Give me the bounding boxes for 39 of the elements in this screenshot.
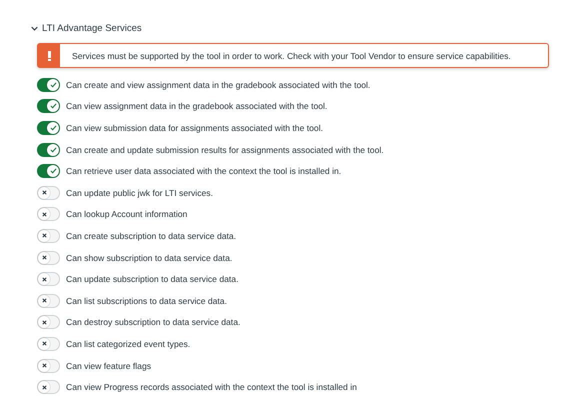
warning-icon [48,50,50,60]
x-icon [42,384,46,390]
service-label: Can list categorized event types. [66,338,190,349]
service-label: Can update subscription to data service data. [66,274,238,284]
section-toggle[interactable]: LTI Advantage Services [31,20,142,36]
x-icon [42,190,46,196]
service-label: Can lookup Account information [66,209,188,220]
x-icon [42,341,46,346]
x-icon [42,255,46,260]
service-label: Can create subscription to data service data. [66,230,236,241]
toggle-switch[interactable] [37,142,60,157]
service-label: Can view Progress records associated with the context the tool is installed in [66,382,357,392]
check-icon [50,82,56,88]
x-icon [42,276,46,282]
alert-message: Services must be supported by the tool in order to work. Check with your Tool Vendor to ensure service capabilities. [71,50,511,60]
check-icon [50,103,56,110]
service-label: Can destroy subscription to data service data. [66,317,240,328]
x-icon [42,298,46,304]
x-icon [42,363,46,368]
service-label: Can show subscription to data service data. [66,252,232,263]
x-icon [42,212,46,217]
x-icon [42,233,46,238]
toggle-switch[interactable] [37,164,60,178]
check-icon [50,146,56,153]
service-label: Can create and view assignment data in the gradebook associated with the tool. [66,80,370,90]
service-label: Can view feature flags [66,360,152,371]
check-icon [50,124,56,131]
toggle-switch[interactable] [37,99,60,114]
service-label: Can view submission data for assignments associated with the tool. [66,122,323,133]
toggle-switch[interactable] [37,78,60,92]
service-label: Can view assignment data in the gradebook associated with the tool. [66,101,328,112]
chevron-down-icon [31,24,38,32]
service-label: Can create and update submission results for assignments associated with the tool. [66,144,384,155]
service-label: Can update public jwk for LTI services. [66,188,213,198]
check-icon [50,168,56,174]
service-label: Can list subscriptions to data service data. [66,296,227,306]
toggle-switch[interactable] [37,120,60,135]
x-icon [42,320,46,325]
service-label: Can retrieve user data associated with the context the tool is installed in. [66,166,342,176]
